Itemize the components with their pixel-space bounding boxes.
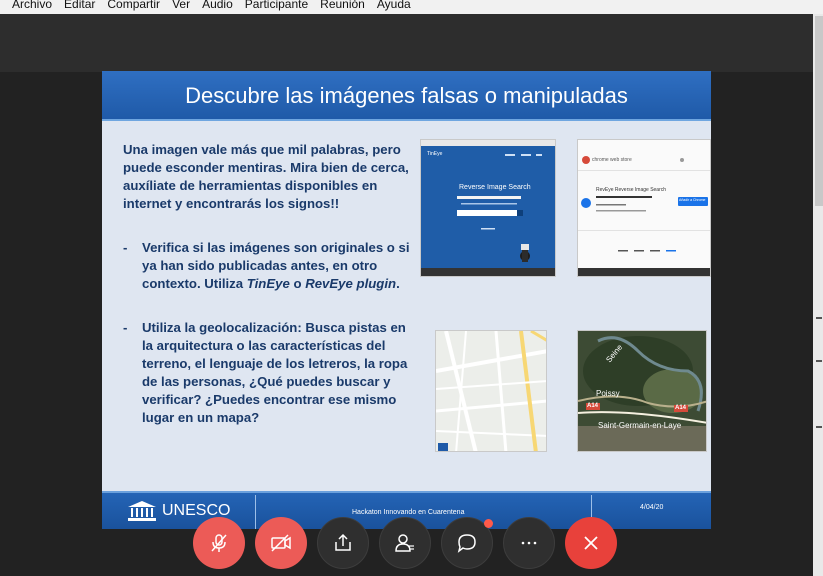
- meeting-controls: [193, 515, 623, 571]
- slide-title: Descubre las imágenes falsas o manipulad…: [102, 71, 711, 121]
- menu-editar[interactable]: Editar: [58, 0, 101, 11]
- menu-compartir[interactable]: Compartir: [101, 0, 166, 11]
- tineye-screenshot-art: [421, 140, 555, 276]
- side-tick: [816, 317, 822, 319]
- menu-audio[interactable]: Audio: [196, 0, 239, 11]
- tineye-logo: TinEye: [427, 151, 443, 157]
- side-tick: [816, 360, 822, 362]
- unesco-temple-icon: [128, 501, 156, 521]
- satellite-label-city: Saint-Germain-en-Laye: [598, 421, 682, 430]
- side-panel-thumbnail: [815, 16, 823, 206]
- chat-notification-dot: [484, 519, 493, 528]
- more-icon: [521, 541, 537, 545]
- menu-ayuda[interactable]: Ayuda: [371, 0, 417, 11]
- tineye-heading: Reverse Image Search: [459, 184, 531, 191]
- slide-intro-text: Una imagen vale más que mil palabras, pe…: [123, 142, 409, 211]
- side-panel-edge: [813, 14, 823, 576]
- participants-icon: [395, 534, 414, 552]
- mic-off-icon: [211, 534, 227, 552]
- street-map-art: [436, 331, 546, 451]
- reveye-store-label: chrome web store: [592, 157, 632, 163]
- satellite-label-poissy: Poissy: [596, 389, 620, 398]
- menu-archivo[interactable]: Archivo: [6, 0, 58, 11]
- tool-name-tineye: TinEye: [246, 276, 290, 291]
- menu-participante[interactable]: Participante: [239, 0, 314, 11]
- presentation-slide: Descubre las imágenes falsas o manipulad…: [102, 71, 711, 529]
- leave-button[interactable]: [565, 517, 617, 569]
- share-button[interactable]: [317, 517, 369, 569]
- stage-top-band: [0, 14, 813, 72]
- bullet-text-part: o: [289, 276, 306, 291]
- street-map-image: [435, 330, 547, 452]
- more-button[interactable]: [503, 517, 555, 569]
- video-off-icon: [271, 534, 291, 552]
- reveye-extension-name: RevEye Reverse Image Search: [596, 187, 667, 193]
- bullet-text-part: .: [396, 276, 400, 291]
- reveye-add-button: Añadir a Chrome: [679, 198, 706, 202]
- road-label-a14-left: A14: [587, 403, 599, 409]
- bullet-dash: -: [123, 240, 128, 255]
- tineye-screenshot: TinEye Reverse Image Search: [420, 139, 556, 277]
- menu-ver[interactable]: Ver: [166, 0, 196, 11]
- reveye-screenshot: chrome web store RevEye Reverse Image Se…: [577, 139, 711, 277]
- mute-button[interactable]: [193, 517, 245, 569]
- share-icon: [335, 533, 351, 551]
- participants-button[interactable]: [379, 517, 431, 569]
- close-icon: [584, 536, 598, 550]
- bullet-dash: -: [123, 320, 128, 335]
- bullet-text: Verifica si las imágenes son originales …: [142, 239, 417, 293]
- menu-reunion[interactable]: Reunión: [314, 0, 371, 11]
- satellite-map-image: Seine Poissy Saint-Germain-en-Laye A14 A…: [577, 330, 707, 452]
- tool-name-reveye: RevEye plugin: [305, 276, 397, 291]
- bullet-text: Utiliza la geolocalización: Busca pistas…: [142, 320, 408, 425]
- footer-date: 4/04/20: [640, 504, 664, 511]
- menu-bar: Archivo Editar Compartir Ver Audio Parti…: [0, 0, 823, 14]
- chat-icon: [457, 534, 476, 553]
- video-button[interactable]: [255, 517, 307, 569]
- road-label-a14-right: A14: [675, 405, 687, 411]
- side-tick: [816, 426, 822, 428]
